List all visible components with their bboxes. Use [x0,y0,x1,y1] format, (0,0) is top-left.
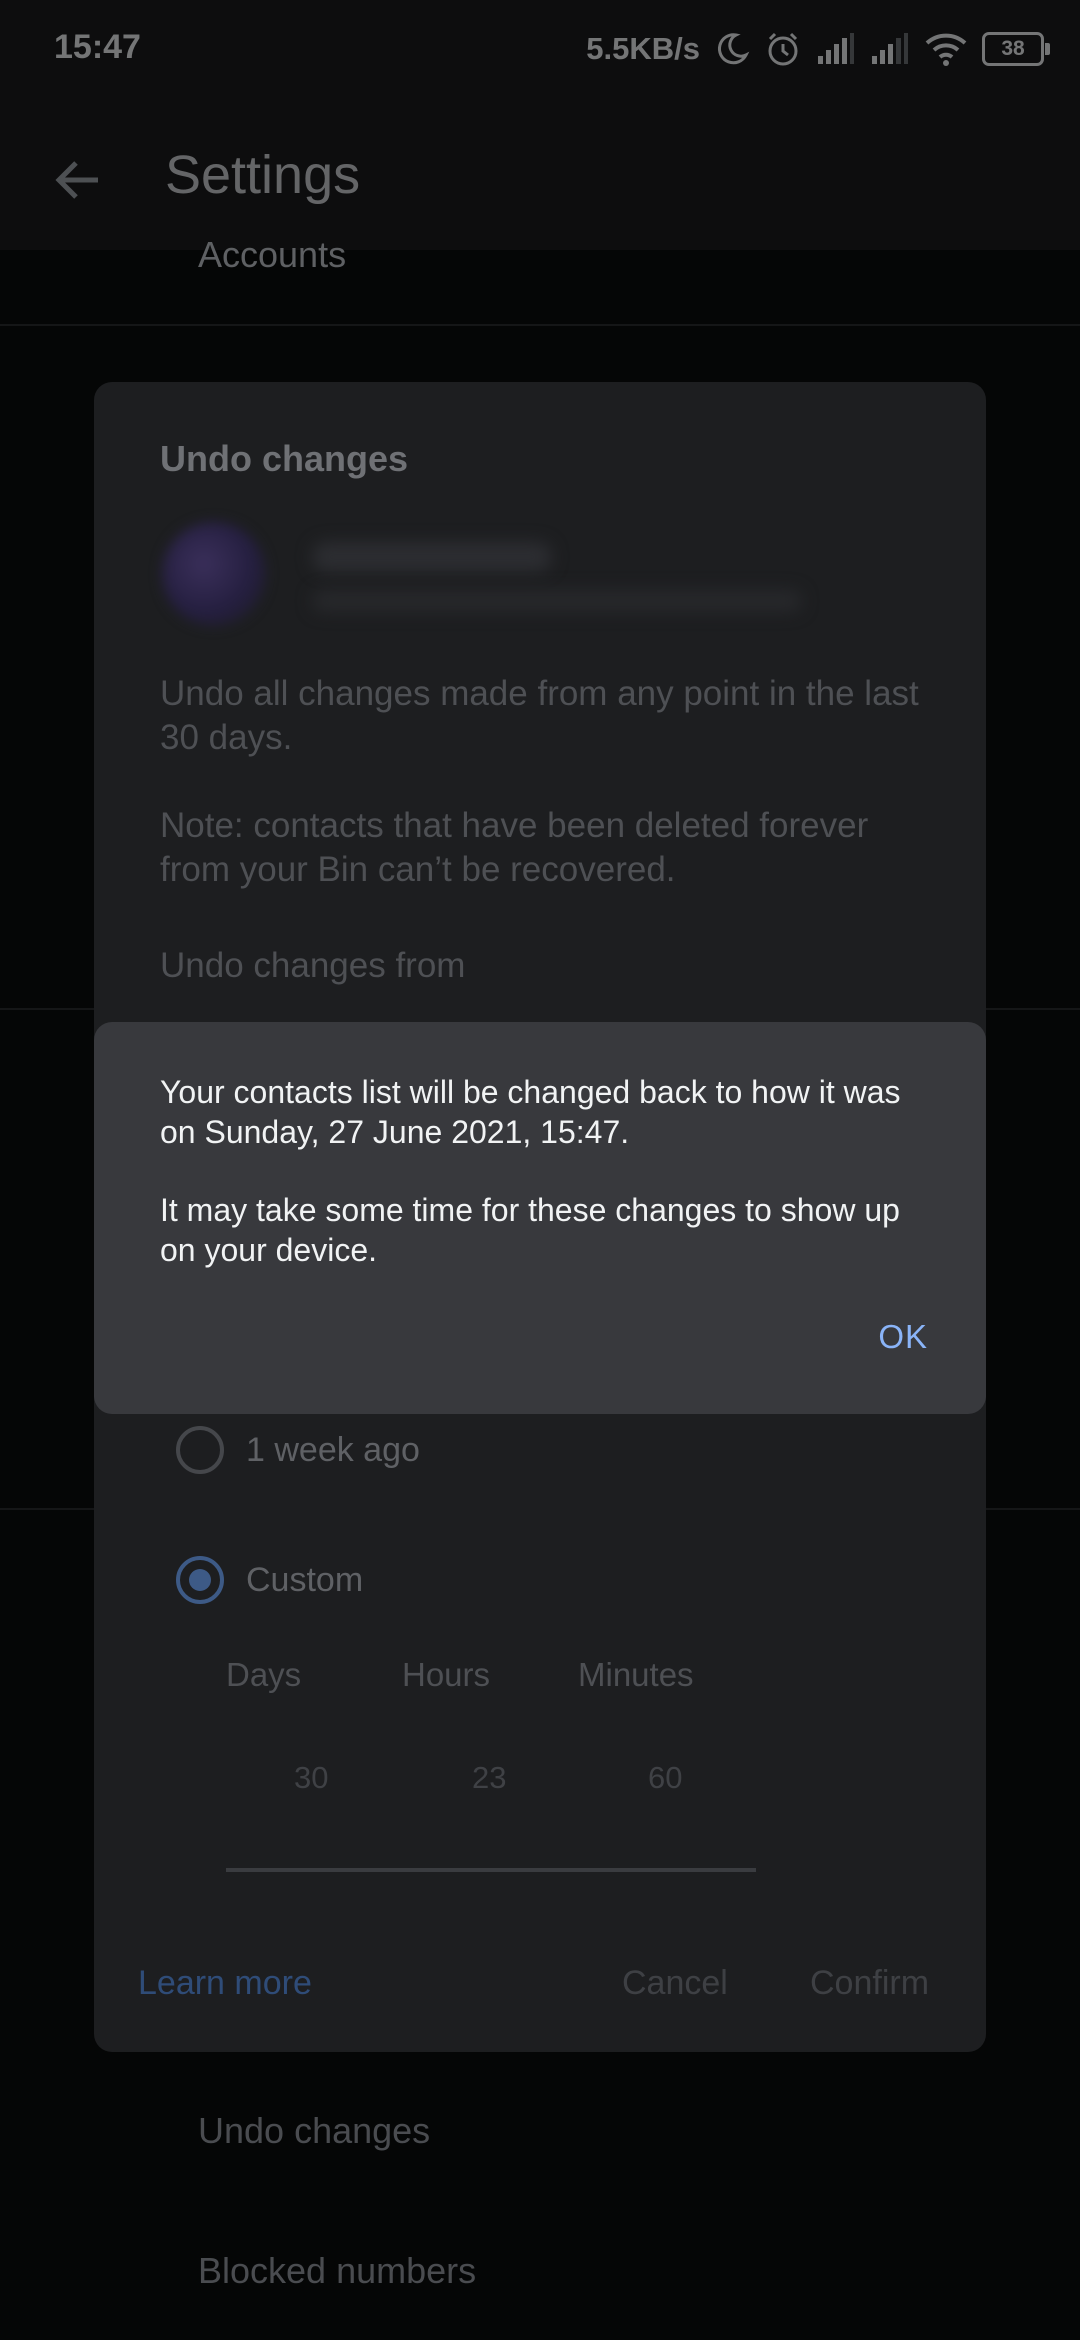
radio-label: Custom [246,1560,364,1599]
panel-title: Undo changes [160,438,409,479]
picker-days-value[interactable]: 30 [294,1760,328,1796]
undo-description: Undo all changes made from any point in … [160,674,919,757]
undo-note: Note: contacts that have been deleted fo… [160,806,869,889]
picker-underline [226,1868,756,1872]
picker-hours-value[interactable]: 23 [472,1760,506,1796]
dialog-submessage: It may take some time for these changes … [160,1192,900,1268]
confirm-button[interactable]: Confirm [810,1964,929,2003]
radio-label: 1 week ago [246,1430,420,1469]
account-name [312,542,552,572]
account-email [312,590,802,612]
confirmation-dialog: Your contacts list will be changed back … [94,1022,986,1414]
option-1-week-ago[interactable]: 1 week ago [176,1426,420,1474]
picker-header-days: Days [226,1656,302,1693]
option-custom[interactable]: Custom [176,1556,363,1604]
dialog-message: Your contacts list will be changed back … [160,1074,901,1150]
picker-header-minutes: Minutes [578,1656,694,1693]
undo-section-label: Undo changes from [160,946,466,985]
cancel-button[interactable]: Cancel [622,1964,728,2003]
radio-button[interactable] [176,1426,224,1474]
ok-button[interactable]: OK [878,1318,928,1356]
radio-button-selected[interactable] [176,1556,224,1604]
settings-item-undo-changes[interactable]: Undo changes [198,2110,430,2152]
picker-minutes-value[interactable]: 60 [648,1760,682,1796]
picker-header-hours: Hours [402,1656,491,1693]
avatar [162,522,266,626]
learn-more-link[interactable]: Learn more [138,1964,312,2003]
settings-item-blocked-numbers[interactable]: Blocked numbers [198,2250,476,2292]
